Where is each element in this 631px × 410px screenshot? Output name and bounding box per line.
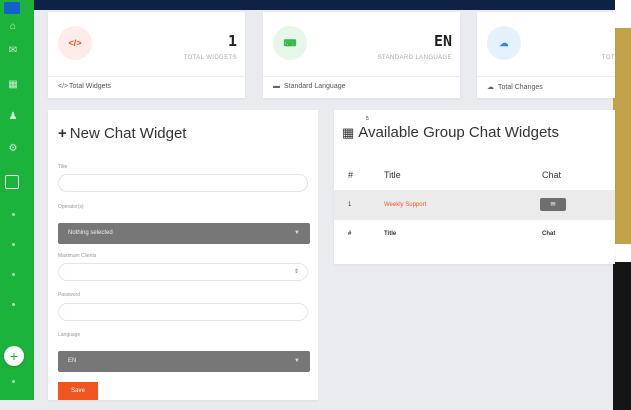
- operators-label: Operator(s): [58, 204, 84, 210]
- backdrop-dark-strip: [613, 262, 631, 410]
- nav-dot[interactable]: [12, 380, 15, 383]
- avatar[interactable]: [4, 2, 20, 14]
- stat-footer-text: Total Changes: [498, 84, 543, 91]
- top-bar: [34, 0, 615, 10]
- col-title: Title: [384, 170, 401, 180]
- tiny-mark: 5: [366, 116, 369, 122]
- code-icon: </>: [58, 26, 92, 60]
- divider: [48, 76, 245, 77]
- chat-icon: ✉: [550, 202, 556, 208]
- chevron-down-icon: ▼: [294, 230, 300, 236]
- max-clients-label: Maximum Clients: [58, 253, 97, 259]
- password-input[interactable]: [58, 303, 308, 321]
- table-row: 1 Weekly Support ✉: [334, 190, 615, 220]
- row-number: 1: [348, 202, 352, 208]
- chat-button[interactable]: ✉: [540, 198, 566, 211]
- stat-card-changes: ☁ TOT ☁ Total Changes: [477, 12, 615, 98]
- language-label: Language: [58, 332, 81, 338]
- col-number: #: [348, 231, 352, 237]
- col-title: Title: [384, 231, 397, 237]
- divider: [263, 76, 460, 77]
- plus-icon: +: [58, 125, 67, 142]
- users-icon[interactable]: ♟: [6, 110, 20, 124]
- stat-value: 1: [227, 32, 237, 50]
- stat-label: TOTAL WIDGETS: [183, 55, 237, 61]
- backdrop-gold-strip: [613, 28, 631, 244]
- widgets-icon[interactable]: [5, 175, 19, 189]
- grid-icon[interactable]: ▦: [6, 78, 20, 92]
- stat-footer: </>Total Widgets: [58, 83, 111, 90]
- stat-card-widgets: </> 1 TOTAL WIDGETS </>Total Widgets: [48, 12, 245, 98]
- chat-icon[interactable]: ✉: [6, 44, 20, 58]
- form-title: + New Chat Widget: [58, 125, 186, 142]
- cloud-icon: ☁: [487, 84, 494, 91]
- chevron-down-icon: ▼: [294, 358, 300, 364]
- stat-label: TOT: [601, 55, 615, 61]
- operators-value: Nothing selected: [68, 230, 113, 236]
- language-select[interactable]: EN ▼: [58, 351, 310, 372]
- new-widget-form: + New Chat Widget Title Operator(s) Nothi…: [48, 110, 318, 400]
- keyboard-icon: ⌨: [273, 26, 307, 60]
- keyboard-icon: ▬: [273, 83, 280, 90]
- nav-dot[interactable]: [12, 243, 15, 246]
- stat-footer-text: Standard Language: [284, 83, 346, 90]
- home-icon[interactable]: ⌂: [6, 20, 20, 34]
- table-icon: ▦: [342, 125, 355, 140]
- title-label: Title: [58, 164, 68, 170]
- title-input[interactable]: [58, 174, 308, 192]
- divider: [477, 76, 615, 77]
- password-label: Password: [58, 292, 80, 298]
- nav-dot[interactable]: [12, 273, 15, 276]
- form-title-text: New Chat Widget: [69, 125, 187, 142]
- stat-footer: ▬ Standard Language: [273, 83, 346, 90]
- col-chat: Chat: [542, 231, 556, 237]
- max-clients-input[interactable]: ⇕: [58, 263, 308, 281]
- language-value: EN: [68, 358, 77, 364]
- stat-footer: ☁ Total Changes: [487, 83, 543, 91]
- save-button[interactable]: Save: [58, 382, 98, 400]
- code-icon: </>: [58, 83, 69, 90]
- stat-label: STANDARD LANGUAGE: [377, 55, 452, 61]
- row-title-link[interactable]: Weekly Support: [384, 202, 426, 208]
- widgets-table-panel: 5 ▦ Available Group Chat Widgets # Title …: [334, 110, 615, 264]
- nav-dot[interactable]: [12, 213, 15, 216]
- plus-icon: +: [9, 348, 19, 364]
- operators-select[interactable]: Nothing selected ▼: [58, 223, 310, 244]
- sidebar: ⌂ ✉ ▦ ♟ ⚙ +: [0, 0, 34, 400]
- add-button[interactable]: +: [4, 346, 24, 366]
- stat-value: EN: [433, 32, 452, 50]
- stepper-icon[interactable]: ⇕: [294, 268, 299, 275]
- settings-icon[interactable]: ⚙: [6, 142, 20, 156]
- stat-footer-text: Total Widgets: [69, 83, 112, 90]
- table-title: ▦ Available Group Chat Widgets: [342, 124, 559, 141]
- table-footer-row: # Title Chat: [334, 219, 615, 249]
- cloud-icon: ☁: [487, 26, 521, 60]
- nav-dot[interactable]: [12, 303, 15, 306]
- col-number: #: [348, 170, 354, 180]
- table-title-text: Available Group Chat Widgets: [358, 124, 559, 141]
- table-header-row: # Title Chat: [334, 160, 615, 190]
- stat-card-language: ⌨ EN STANDARD LANGUAGE ▬ Standard Languag…: [263, 12, 460, 98]
- col-chat: Chat: [542, 170, 562, 180]
